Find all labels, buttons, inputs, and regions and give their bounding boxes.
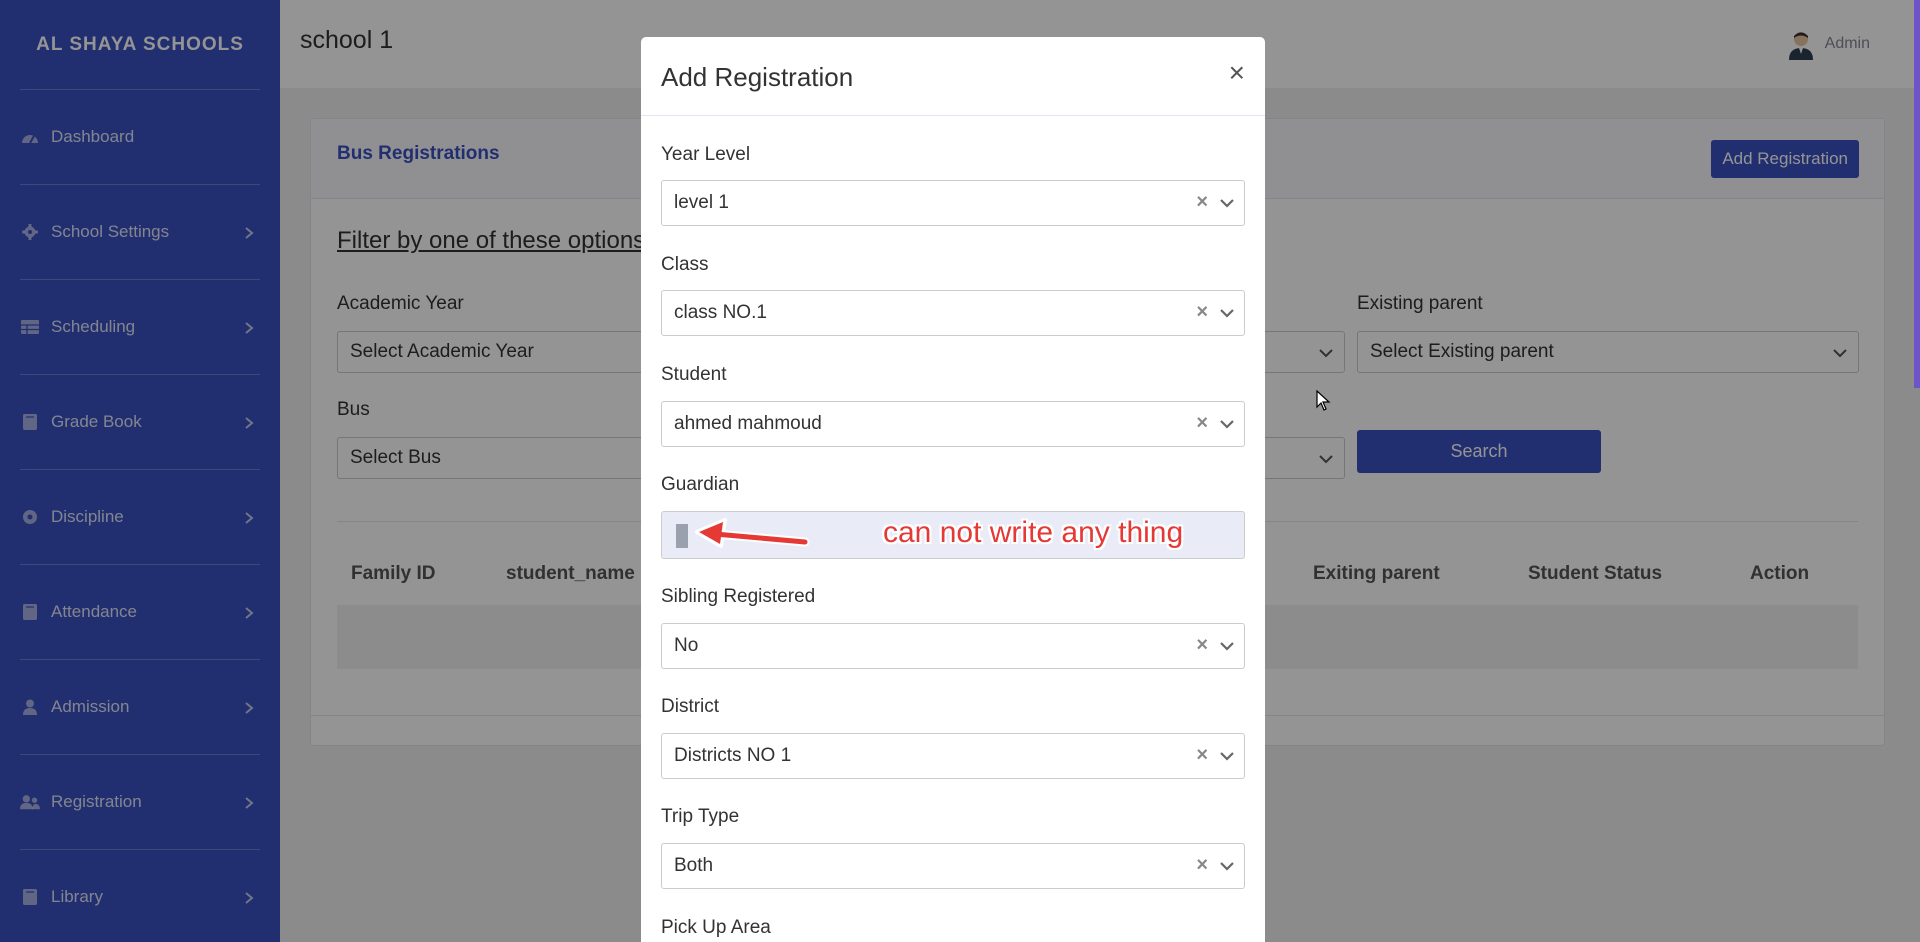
- mouse-cursor-icon: [1316, 390, 1331, 411]
- sibling-registered-select[interactable]: No ×: [661, 623, 1245, 669]
- district-label: District: [661, 696, 720, 717]
- district-select[interactable]: Districts NO 1 ×: [661, 733, 1245, 779]
- student-select[interactable]: ahmed mahmoud ×: [661, 401, 1245, 447]
- add-registration-modal: Add Registration × Year Level level 1 × …: [641, 37, 1265, 942]
- close-button[interactable]: ×: [1229, 59, 1245, 87]
- year-level-label: Year Level: [661, 144, 751, 165]
- sibling-registered-value: No: [674, 635, 699, 656]
- trip-type-label: Trip Type: [661, 806, 740, 827]
- clear-icon[interactable]: ×: [1196, 634, 1208, 657]
- year-level-value: level 1: [674, 192, 729, 213]
- year-level-select[interactable]: level 1 ×: [661, 180, 1245, 226]
- student-value: ahmed mahmoud: [674, 413, 822, 434]
- annotation-arrow-icon: [695, 518, 810, 548]
- trip-type-value: Both: [674, 855, 714, 876]
- modal-header: Add Registration ×: [641, 37, 1265, 116]
- student-label: Student: [661, 364, 727, 385]
- class-label: Class: [661, 254, 709, 275]
- chevron-down-icon[interactable]: [1218, 637, 1236, 655]
- clear-icon[interactable]: ×: [1196, 301, 1208, 324]
- guardian-input[interactable]: can not write any thing: [661, 511, 1245, 559]
- pick-up-area-label: Pick Up Area: [661, 917, 771, 938]
- modal-title: Add Registration: [661, 62, 854, 92]
- class-value: class NO.1: [674, 302, 767, 323]
- page-scrollbar[interactable]: [1914, 0, 1920, 388]
- chevron-down-icon[interactable]: [1218, 304, 1236, 322]
- sibling-registered-label: Sibling Registered: [661, 586, 816, 607]
- annotation-text: can not write any thing: [883, 516, 1184, 549]
- chevron-down-icon[interactable]: [1218, 415, 1236, 433]
- chevron-down-icon[interactable]: [1218, 857, 1236, 875]
- class-select[interactable]: class NO.1 ×: [661, 290, 1245, 336]
- chevron-down-icon[interactable]: [1218, 194, 1236, 212]
- clear-icon[interactable]: ×: [1196, 191, 1208, 214]
- district-value: Districts NO 1: [674, 745, 792, 766]
- clear-icon[interactable]: ×: [1196, 744, 1208, 767]
- chevron-down-icon[interactable]: [1218, 747, 1236, 765]
- clear-icon[interactable]: ×: [1196, 412, 1208, 435]
- text-cursor: [676, 524, 688, 548]
- guardian-label: Guardian: [661, 474, 740, 495]
- trip-type-select[interactable]: Both ×: [661, 843, 1245, 889]
- clear-icon[interactable]: ×: [1196, 854, 1208, 877]
